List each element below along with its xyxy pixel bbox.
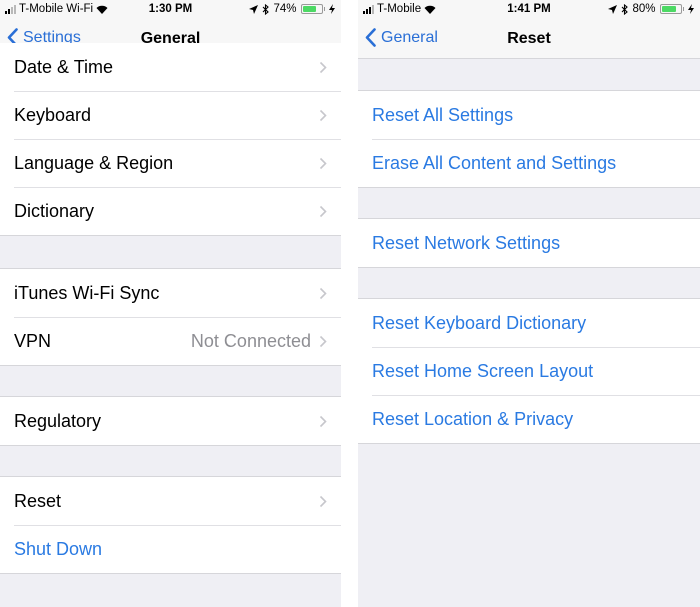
battery-icon [300,4,325,14]
battery-percent: 80% [632,3,656,15]
status-bar: T-Mobile 1:41 PM 80% [358,0,700,20]
reset-group-misc: Reset Keyboard Dictionary Reset Home Scr… [358,298,700,444]
charging-icon [329,4,335,14]
chevron-right-icon [319,157,327,169]
chevron-right-icon [319,335,327,347]
reset-all-settings-button[interactable]: Reset All Settings [358,91,700,139]
row-label: Reset Home Screen Layout [372,360,594,381]
settings-group-sync-vpn: iTunes Wi-Fi Sync VPN Not Connected [0,268,341,366]
row-label: Reset All Settings [372,104,514,125]
row-dictionary[interactable]: Dictionary [0,187,341,235]
bluetooth-icon [622,3,629,15]
reset-home-screen-layout-button[interactable]: Reset Home Screen Layout [358,347,700,395]
settings-group-regulatory: Regulatory [0,396,341,446]
reset-keyboard-dictionary-button[interactable]: Reset Keyboard Dictionary [358,299,700,347]
settings-group-general: Date & Time Keyboard Language & Region D… [0,43,341,236]
general-settings-screen: T-Mobile Wi-Fi 1:30 PM 74% Settings Gene… [0,0,341,607]
row-label: Keyboard [14,104,92,125]
row-label: Reset Network Settings [372,232,561,253]
bluetooth-icon [263,3,270,15]
row-label: Dictionary [14,200,95,221]
row-itunes-wifi-sync[interactable]: iTunes Wi-Fi Sync [0,269,341,317]
row-label: Reset Keyboard Dictionary [372,312,587,333]
reset-location-privacy-button[interactable]: Reset Location & Privacy [358,395,700,443]
row-regulatory[interactable]: Regulatory [0,397,341,445]
chevron-right-icon [319,287,327,299]
row-shut-down[interactable]: Shut Down [0,525,341,573]
row-label: VPN [14,330,52,351]
row-label: Regulatory [14,410,102,431]
row-vpn[interactable]: VPN Not Connected [0,317,341,365]
shut-down-button: Shut Down [14,538,103,559]
row-label: Reset Location & Privacy [372,408,574,429]
vpn-status-value: Not Connected [190,330,311,351]
chevron-right-icon [319,495,327,507]
reset-network-settings-button[interactable]: Reset Network Settings [358,219,700,267]
reset-group-network: Reset Network Settings [358,218,700,268]
battery-icon [659,4,684,14]
back-button-general[interactable]: General [365,28,438,47]
reset-settings-screen: T-Mobile 1:41 PM 80% General Reset Reset… [358,0,700,607]
status-bar: T-Mobile Wi-Fi 1:30 PM 74% [0,0,341,20]
row-language-region[interactable]: Language & Region [0,139,341,187]
row-date-time[interactable]: Date & Time [0,43,341,91]
location-icon [249,4,259,14]
row-label: Date & Time [14,56,114,77]
chevron-right-icon [319,61,327,73]
row-label: Reset [14,490,62,511]
row-label: Erase All Content and Settings [372,152,617,173]
chevron-right-icon [319,205,327,217]
location-icon [608,4,618,14]
settings-group-reset-shutdown: Reset Shut Down [0,476,341,574]
chevron-right-icon [319,109,327,121]
row-keyboard[interactable]: Keyboard [0,91,341,139]
row-reset[interactable]: Reset [0,477,341,525]
reset-group-settings: Reset All Settings Erase All Content and… [358,90,700,188]
back-button-label: General [381,28,438,46]
row-label: Language & Region [14,152,174,173]
erase-all-content-button[interactable]: Erase All Content and Settings [358,139,700,187]
chevron-right-icon [319,415,327,427]
charging-icon [688,4,694,14]
row-label: iTunes Wi-Fi Sync [14,282,160,303]
navigation-bar: General Reset [358,20,700,59]
chevron-left-icon [365,28,376,47]
battery-percent: 74% [273,3,297,15]
